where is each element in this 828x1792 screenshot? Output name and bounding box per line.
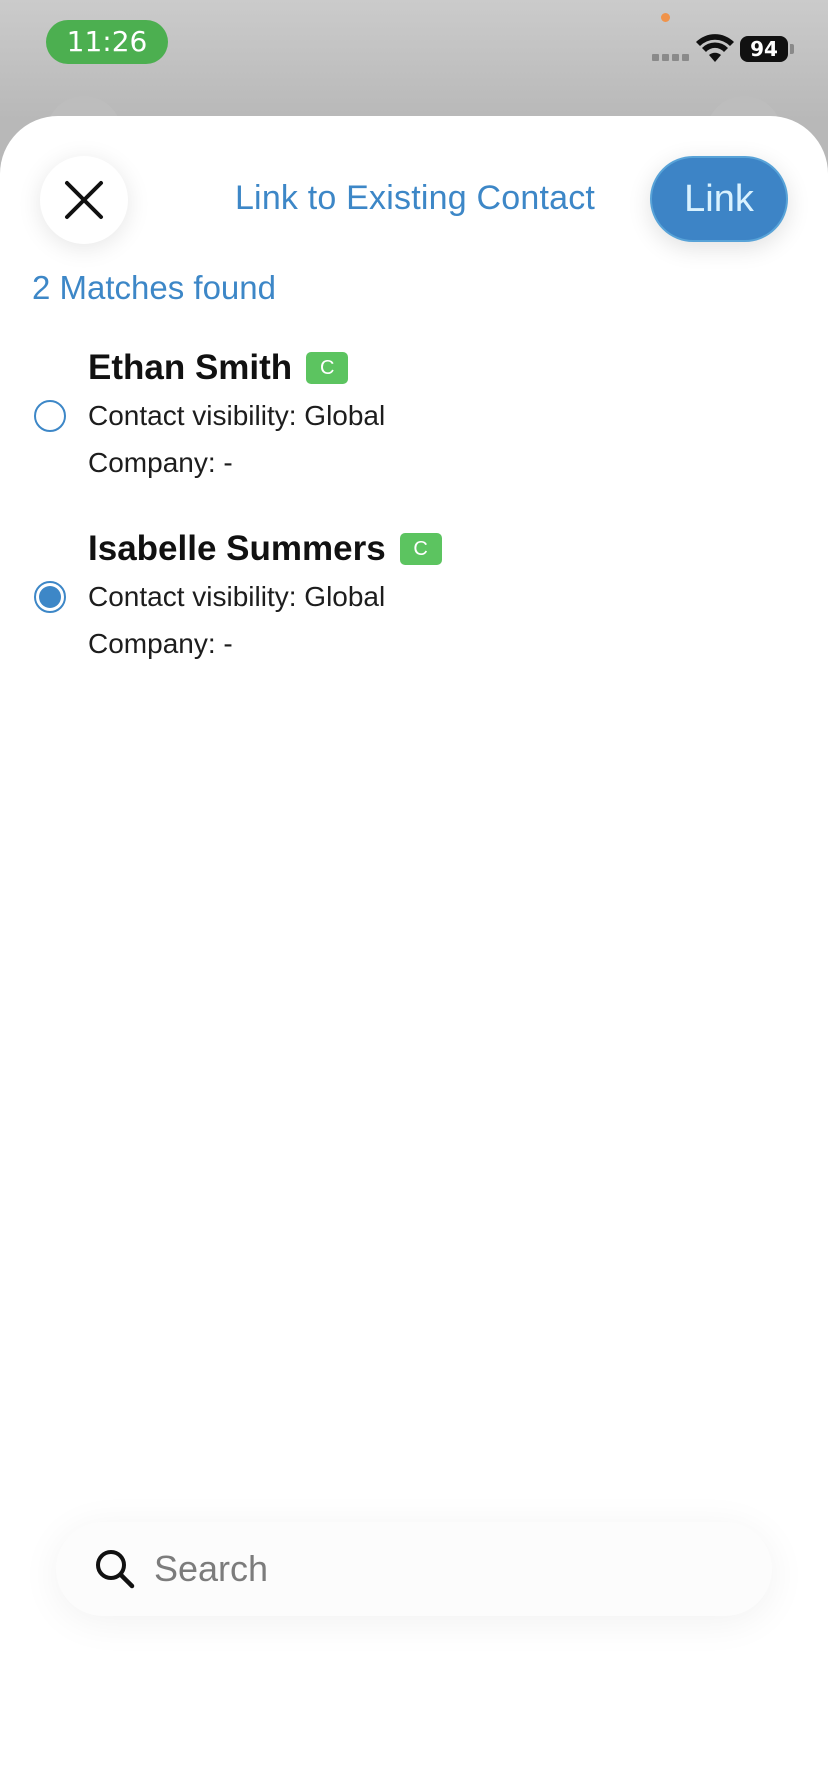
screen: 11:26 94 Link to Existing Contact Link 2… — [0, 0, 828, 1792]
contact-visibility: Contact visibility: Global — [88, 400, 386, 431]
contact-name-row: Isabelle Summers C — [88, 525, 442, 573]
contact-radio-selected[interactable] — [34, 581, 66, 613]
search-input[interactable]: Search — [56, 1522, 772, 1616]
search-icon — [96, 1550, 135, 1589]
contact-company: Company: - — [88, 628, 233, 659]
contact-row[interactable]: Ethan Smith C Contact visibility: Global… — [0, 344, 828, 494]
matches-count: 2 Matches found — [32, 269, 276, 306]
contact-type-badge: C — [306, 352, 349, 384]
privacy-indicator-dot — [661, 13, 670, 22]
cellular-signal-icon — [652, 52, 692, 62]
contact-radio[interactable] — [34, 400, 66, 432]
contact-type-badge: C — [399, 533, 442, 565]
contact-name: Ethan Smith — [88, 348, 293, 387]
link-button[interactable]: Link — [650, 156, 788, 242]
close-icon — [65, 181, 103, 219]
search-placeholder: Search — [154, 1548, 269, 1589]
contact-company: Company: - — [88, 447, 233, 478]
battery-nub — [790, 44, 794, 54]
page-title: Link to Existing Contact — [234, 179, 596, 217]
status-time: 11:26 — [46, 20, 168, 64]
wifi-icon — [696, 34, 734, 62]
contact-row[interactable]: Isabelle Summers C Contact visibility: G… — [0, 525, 828, 675]
close-button[interactable] — [40, 156, 128, 244]
contact-visibility: Contact visibility: Global — [88, 581, 386, 612]
contact-name-row: Ethan Smith C — [88, 344, 349, 392]
contact-name: Isabelle Summers — [88, 529, 386, 568]
status-bar: 11:26 94 — [0, 0, 828, 100]
battery-icon: 94 — [740, 36, 788, 62]
